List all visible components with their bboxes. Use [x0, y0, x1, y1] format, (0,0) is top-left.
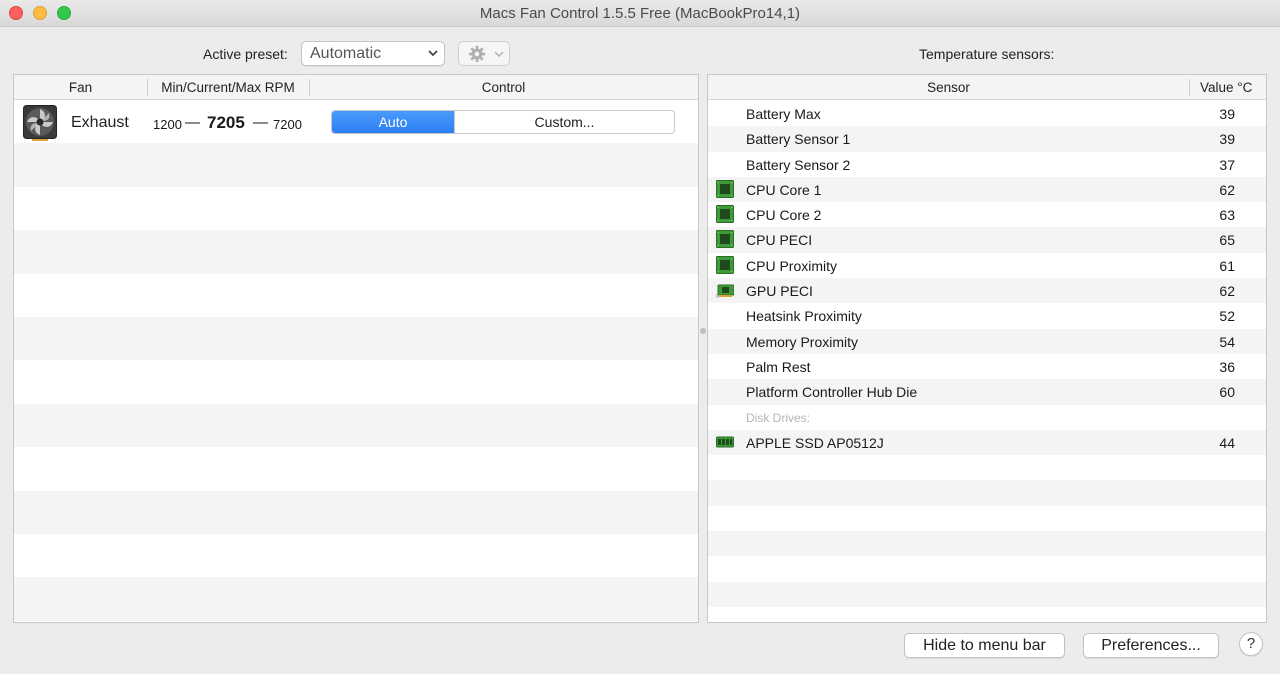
table-row[interactable]: CPU Proximity 61 [708, 253, 1266, 278]
sensor-value: 61 [1219, 257, 1235, 274]
window-title: Macs Fan Control 1.5.5 Free (MacBookPro1… [479, 5, 801, 22]
fan-control-segmented: Auto Custom... [331, 110, 675, 134]
split-view-handle[interactable] [700, 328, 706, 334]
sensor-name: Battery Max [746, 106, 821, 122]
table-row[interactable]: Palm Rest 36 [708, 354, 1266, 379]
cpu-chip-icon [716, 179, 734, 198]
rpm-max-value: 7200 [273, 117, 302, 132]
sensor-name: CPU Core 2 [746, 207, 822, 224]
fan-icon [23, 105, 57, 141]
sensor-name: Battery Sensor 2 [746, 156, 851, 173]
preferences-button[interactable]: Preferences... [1083, 633, 1219, 658]
fan-table: Fan Min/Current/Max RPM Control Exhaust … [13, 74, 699, 623]
sensor-table-header: Sensor Value °C [708, 75, 1266, 100]
column-header-rpm[interactable]: Min/Current/Max RPM [147, 80, 309, 95]
sensor-value: 37 [1219, 156, 1235, 173]
empty-row [708, 506, 1266, 531]
chevron-down-icon [494, 51, 504, 58]
active-preset-label: Active preset: [203, 46, 288, 62]
table-row[interactable]: GPU PECI 62 [708, 278, 1266, 304]
fan-name: Exhaust [71, 114, 129, 131]
empty-row [708, 455, 1266, 480]
column-header-fan[interactable]: Fan [14, 80, 147, 95]
table-row[interactable]: CPU Core 2 63 [708, 202, 1266, 227]
sensor-value: 65 [1219, 232, 1235, 249]
sensor-name: CPU Core 1 [746, 181, 822, 198]
group-header-row: Disk Drives: [708, 405, 1266, 430]
gpu-card-icon [716, 281, 735, 299]
sensor-name: Platform Controller Hub Die [746, 384, 918, 401]
ssd-icon [716, 433, 734, 451]
sensor-name: GPU PECI [746, 283, 813, 300]
help-button[interactable]: ? [1239, 632, 1263, 656]
preset-settings-button[interactable] [458, 41, 510, 66]
sensor-value: 39 [1219, 131, 1235, 148]
sensor-table: Sensor Value °C Battery Max 39 Battery Sen… [707, 74, 1267, 623]
temperature-sensors-label: Temperature sensors: [919, 46, 1055, 62]
fan-table-background [14, 100, 698, 622]
rpm-separator: — [253, 114, 268, 131]
sensor-value: 52 [1219, 308, 1235, 325]
column-header-sensor[interactable]: Sensor [708, 80, 1189, 95]
rpm-separator: — [185, 114, 200, 131]
sensor-name: Battery Sensor 1 [746, 131, 851, 148]
cpu-chip-icon [716, 255, 734, 274]
table-row[interactable]: Memory Proximity 54 [708, 328, 1266, 354]
table-row[interactable]: CPU PECI 65 [708, 227, 1266, 253]
title-bar: Macs Fan Control 1.5.5 Free (MacBookPro1… [0, 0, 1280, 27]
sensor-name: CPU Proximity [746, 257, 838, 274]
sensor-value: 60 [1219, 384, 1235, 401]
column-separator [1189, 79, 1190, 96]
empty-row [708, 480, 1266, 506]
sensor-name: Memory Proximity [746, 333, 859, 350]
cpu-chip-icon [716, 205, 734, 224]
sensor-value: 63 [1219, 207, 1235, 224]
table-row[interactable]: Heatsink Proximity 52 [708, 303, 1266, 328]
group-label: Disk Drives: [746, 410, 811, 425]
table-row[interactable]: Exhaust 1200 — 7205 — 7200 Auto Custom..… [14, 100, 698, 143]
empty-row [708, 531, 1266, 557]
hide-to-menu-bar-button[interactable]: Hide to menu bar [904, 633, 1065, 658]
column-header-value[interactable]: Value °C [1200, 80, 1252, 95]
sensor-list: Battery Max 39 Battery Sensor 1 39 Battery S… [708, 101, 1266, 622]
sensor-value: 62 [1219, 181, 1235, 198]
sensor-value: 54 [1219, 333, 1235, 350]
active-preset-value: Automatic [310, 45, 382, 62]
empty-row [708, 556, 1266, 581]
empty-row [708, 581, 1266, 607]
table-row[interactable]: Platform Controller Hub Die 60 [708, 379, 1266, 405]
gear-icon [468, 45, 486, 63]
table-row[interactable]: Battery Sensor 2 37 [708, 152, 1266, 177]
rpm-current-value: 7205 [207, 113, 245, 132]
sensor-name: Palm Rest [746, 358, 811, 375]
sensor-value: 44 [1219, 434, 1235, 451]
sensor-value: 62 [1219, 283, 1235, 300]
empty-row [708, 607, 1266, 622]
cpu-chip-icon [716, 230, 734, 249]
sensor-value: 36 [1219, 358, 1235, 375]
fan-table-header: Fan Min/Current/Max RPM Control [14, 75, 698, 100]
rpm-min-value: 1200 [153, 117, 182, 132]
chevron-up-down-icon [428, 50, 438, 57]
sensor-name: CPU PECI [746, 232, 813, 249]
table-row[interactable]: Battery Sensor 1 39 [708, 126, 1266, 152]
active-preset-dropdown[interactable]: Automatic [301, 41, 445, 66]
auto-control-button[interactable]: Auto [332, 111, 454, 133]
sensor-value: 39 [1219, 106, 1235, 122]
custom-control-button[interactable]: Custom... [454, 111, 674, 133]
sensor-name: Heatsink Proximity [746, 308, 862, 325]
column-header-control[interactable]: Control [309, 80, 698, 95]
table-row[interactable]: Battery Max 39 [708, 101, 1266, 126]
table-row[interactable]: APPLE SSD AP0512J 44 [708, 429, 1266, 456]
sensor-name: APPLE SSD AP0512J [746, 434, 884, 451]
table-row[interactable]: CPU Core 1 62 [708, 176, 1266, 203]
